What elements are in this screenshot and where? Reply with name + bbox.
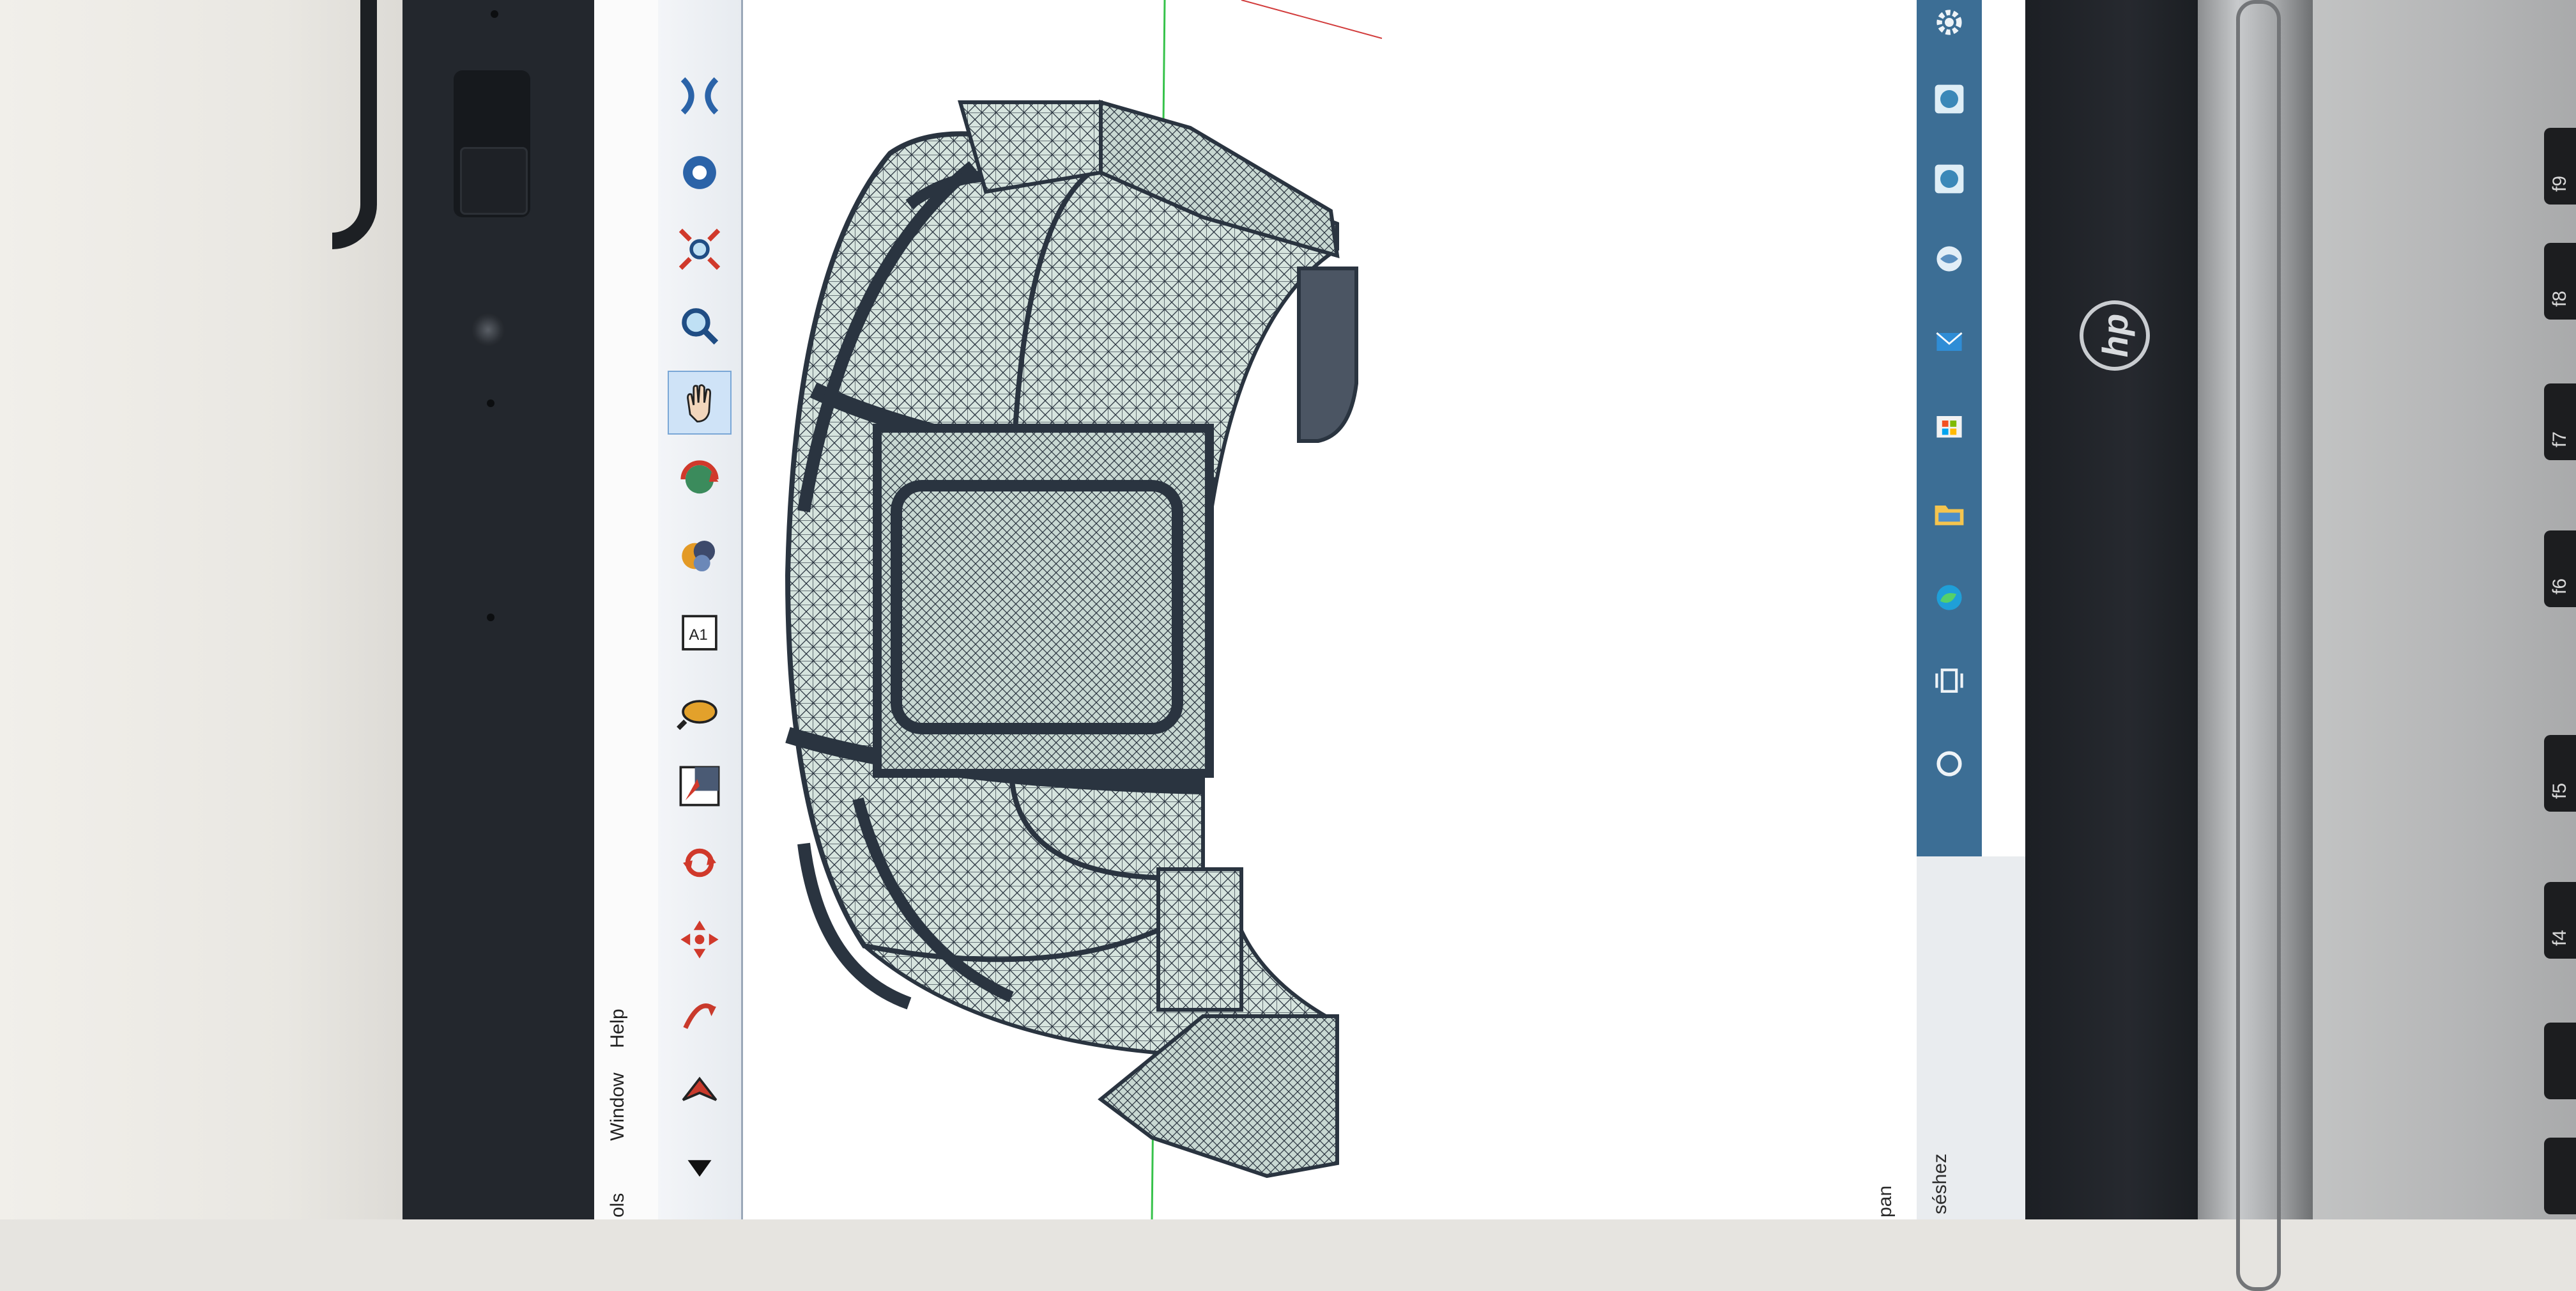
rotate-icon[interactable] bbox=[668, 831, 732, 895]
select-arrow-icon[interactable] bbox=[668, 1061, 732, 1125]
hp-logo-text: hp bbox=[2094, 313, 2135, 358]
rotate-view-icon[interactable] bbox=[668, 447, 732, 511]
keyboard-key bbox=[2544, 735, 2576, 812]
dropdown-arrow-icon[interactable] bbox=[668, 1138, 732, 1202]
move-icon[interactable] bbox=[668, 908, 732, 971]
webcam-lens-icon bbox=[471, 313, 505, 346]
fly-icon[interactable] bbox=[668, 984, 732, 1048]
key-label: f8 bbox=[2549, 290, 2570, 307]
task-view-icon[interactable] bbox=[1927, 658, 1972, 703]
svg-text:A1: A1 bbox=[689, 626, 707, 644]
mail-icon[interactable] bbox=[1927, 320, 1972, 364]
keyboard-key bbox=[2544, 530, 2576, 607]
3d-viewport[interactable] bbox=[743, 0, 1874, 1219]
zoom-icon[interactable] bbox=[668, 294, 732, 358]
indicator-dot bbox=[487, 614, 494, 621]
keyboard-key bbox=[2544, 128, 2576, 205]
key-label: f6 bbox=[2549, 578, 2570, 594]
indicator-dot bbox=[487, 399, 494, 407]
key-label: f4 bbox=[2549, 929, 2570, 946]
folder-icon[interactable] bbox=[1927, 492, 1972, 537]
screen: ols Window Help A1 pan séshez bbox=[594, 0, 2025, 1219]
menu-bar: ols Window Help bbox=[594, 0, 658, 1219]
key-label: f7 bbox=[2549, 431, 2570, 447]
edge-icon[interactable] bbox=[1927, 575, 1972, 620]
label-icon[interactable]: A1 bbox=[668, 601, 732, 665]
app-mesh-icon-2[interactable] bbox=[1927, 157, 1972, 201]
app-mesh-icon-1[interactable] bbox=[1927, 77, 1972, 121]
zoom-window-icon[interactable] bbox=[668, 754, 732, 818]
search-circle-icon[interactable] bbox=[1927, 741, 1972, 786]
color-icon[interactable] bbox=[668, 524, 732, 588]
webcam-shutter-button bbox=[460, 147, 528, 215]
keyboard-key bbox=[2544, 1138, 2576, 1214]
settings-icon[interactable] bbox=[1927, 0, 1972, 45]
key-label: f9 bbox=[2549, 175, 2570, 192]
store-icon[interactable] bbox=[1927, 403, 1972, 447]
key-label: f5 bbox=[2549, 782, 2570, 799]
hinge-cover bbox=[2236, 0, 2281, 1291]
hp-logo: hp bbox=[2080, 300, 2150, 371]
mesh-tool-2-icon[interactable] bbox=[668, 64, 732, 128]
monitor-bezel-bottom bbox=[2025, 0, 2198, 1219]
laptop-chassis bbox=[2313, 0, 2576, 1219]
keyboard-key bbox=[2544, 383, 2576, 460]
desktop-hint-text: séshez bbox=[1929, 1153, 1951, 1214]
mesh-tool-1-icon[interactable] bbox=[668, 141, 732, 205]
status-bar: pan bbox=[1872, 0, 1917, 1219]
mesh-model bbox=[785, 0, 1383, 1219]
status-hint-text: pan bbox=[1874, 1185, 1896, 1218]
keyboard-key bbox=[2544, 1023, 2576, 1099]
pan-hand-icon[interactable] bbox=[668, 371, 732, 435]
keyboard-key bbox=[2544, 882, 2576, 959]
indicator-dot bbox=[491, 10, 498, 18]
fit-icon[interactable] bbox=[668, 217, 732, 281]
light-icon[interactable] bbox=[668, 677, 732, 741]
power-cable bbox=[332, 0, 377, 249]
taskbar bbox=[1917, 0, 1982, 856]
view-toolbar: A1 bbox=[658, 0, 743, 1219]
app-globe-icon[interactable] bbox=[1927, 236, 1972, 281]
menu-item-tools[interactable]: ols bbox=[607, 1193, 629, 1218]
desktop-strip: séshez bbox=[1917, 856, 2025, 1219]
menu-item-window[interactable]: Window bbox=[607, 1072, 629, 1141]
menu-item-help[interactable]: Help bbox=[607, 1009, 629, 1048]
keyboard-key bbox=[2544, 243, 2576, 320]
